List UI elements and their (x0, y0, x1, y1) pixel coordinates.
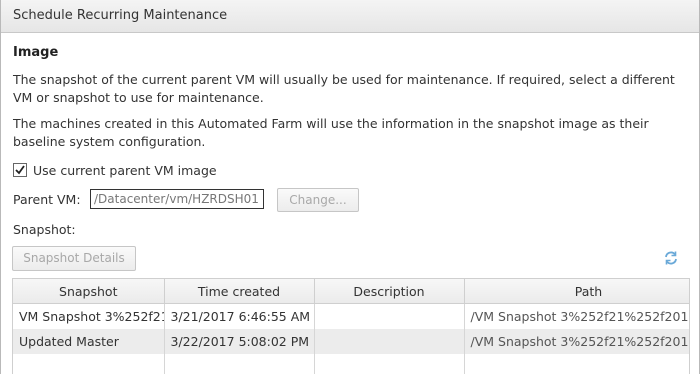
checkmark-icon (15, 165, 25, 175)
column-header-path[interactable]: Path (464, 279, 689, 304)
path-cell: /VM Snapshot 3%252f21%252f201 (464, 303, 689, 329)
change-button[interactable]: Change... (277, 188, 359, 212)
description-paragraph-1: The snapshot of the current parent VM wi… (13, 72, 675, 105)
dialog-title: Schedule Recurring Maintenance (1, 0, 699, 33)
snapshot-name-cell: VM Snapshot 3%252f21 (13, 303, 165, 329)
time-created-cell: 3/21/2017 6:46:55 AM (164, 303, 315, 329)
use-current-vm-checkbox[interactable] (13, 163, 27, 177)
time-created-cell: 3/22/2017 5:08:02 PM (164, 329, 315, 354)
use-current-vm-row[interactable]: Use current parent VM image (13, 162, 217, 178)
column-header-description[interactable]: Description (314, 279, 465, 304)
snapshot-table: Snapshot Time created Description Path V… (12, 278, 690, 374)
table-row[interactable]: Updated Master 3/22/2017 5:08:02 PM /VM … (13, 329, 689, 354)
table-row[interactable]: VM Snapshot 3%252f21 3/21/2017 6:46:55 A… (13, 303, 689, 329)
snapshot-name-cell: Updated Master (13, 329, 165, 354)
maintenance-dialog: Schedule Recurring Maintenance Image The… (0, 0, 700, 374)
column-header-time-created[interactable]: Time created (164, 279, 315, 304)
snapshot-details-button[interactable]: Snapshot Details (12, 246, 136, 271)
description-paragraph-2: The machines created in this Automated F… (13, 116, 649, 149)
refresh-icon[interactable] (663, 250, 679, 266)
parent-vm-field[interactable]: /Datacenter/vm/HZRDSH01 (90, 189, 264, 209)
table-row-empty (13, 354, 689, 374)
parent-vm-label: Parent VM: (13, 192, 81, 207)
description-cell (314, 329, 465, 354)
description-cell (314, 303, 465, 329)
path-cell: /VM Snapshot 3%252f21%252f201 (464, 329, 689, 354)
snapshot-label: Snapshot: (13, 222, 76, 237)
use-current-vm-label: Use current parent VM image (33, 162, 217, 178)
column-header-snapshot[interactable]: Snapshot (13, 279, 165, 304)
section-title-image: Image (13, 45, 59, 60)
